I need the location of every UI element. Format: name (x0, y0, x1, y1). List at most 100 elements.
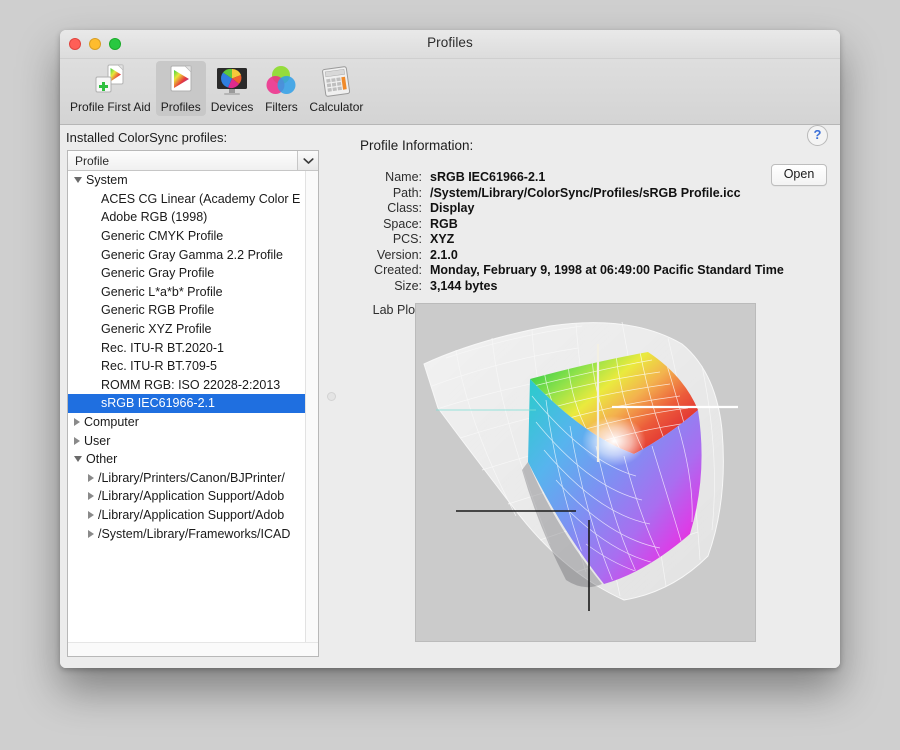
profile-list-item-label: Generic CMYK Profile (101, 229, 224, 244)
profile-list-item-label: /Library/Printers/Canon/BJPrinter/ (98, 470, 285, 485)
split-view-handle-dot[interactable] (327, 392, 336, 401)
profile-list-item-label: User (84, 433, 111, 448)
profile-info-row: Class: Display (360, 201, 830, 217)
profile-info-key: PCS: (392, 232, 422, 246)
profile-information-heading: Profile Information: (360, 138, 474, 153)
profile-list-item-label: /System/Library/Frameworks/ICAD (98, 526, 291, 541)
installed-profiles-heading: Installed ColorSync profiles: (66, 130, 228, 145)
split-view-divider[interactable] (326, 150, 336, 657)
profile-list-item[interactable]: Generic XYZ Profile (68, 320, 318, 339)
profile-list-item[interactable]: Computer (68, 413, 318, 432)
profile-info-key: Name: (385, 170, 422, 184)
toolbar-item-calculator[interactable]: Calculator (304, 61, 368, 116)
profile-list-item[interactable]: Generic Gray Profile (68, 264, 318, 283)
profile-list-item[interactable]: /Library/Application Support/Adob (68, 487, 318, 506)
profile-list-item[interactable]: Generic Gray Gamma 2.2 Profile (68, 245, 318, 264)
profile-info-value: Display (430, 201, 475, 215)
twisty-closed-icon[interactable] (88, 492, 94, 501)
twisty-closed-icon[interactable] (88, 473, 94, 482)
profile-list-item-label: Generic Gray Gamma 2.2 Profile (101, 247, 284, 262)
help-icon[interactable]: ? (807, 125, 828, 146)
profile-info-row: Space: RGB (360, 217, 830, 233)
profile-list-header: Profile (68, 151, 318, 171)
toolbar-item-profile-first-aid[interactable]: Profile First Aid (65, 61, 156, 116)
profile-info-row: Path: /System/Library/ColorSync/Profiles/… (360, 186, 830, 202)
profile-list-item[interactable]: /System/Library/Frameworks/ICAD (68, 524, 318, 543)
profile-list-item-label: System (86, 173, 128, 188)
window-titlebar: Profiles (60, 30, 840, 59)
toolbar-label-calculator: Calculator (309, 100, 364, 114)
profile-list-item[interactable]: Generic L*a*b* Profile (68, 283, 318, 302)
filters-icon (263, 63, 299, 99)
twisty-closed-icon[interactable] (88, 529, 94, 538)
profile-list-item-label: ACES CG Linear (Academy Color E (101, 191, 301, 206)
open-button[interactable]: Open (771, 164, 827, 186)
profile-list-item[interactable]: Rec. ITU-R BT.2020-1 (68, 338, 318, 357)
profile-info-row: Created: Monday, February 9, 1998 at 06:4… (360, 263, 830, 279)
profile-list-item[interactable]: Generic RGB Profile (68, 301, 318, 320)
profile-info-key: Version: (376, 247, 422, 262)
toolbar-label-filters: Filters (265, 100, 298, 114)
lab-plot-label: Lab Plot: (372, 303, 422, 317)
profile-list-item-label: Generic RGB Profile (101, 303, 215, 318)
profile-info-value: Monday, February 9, 1998 at 06:49:00 Pac… (430, 263, 784, 277)
profile-list-item-label: Rec. ITU-R BT.2020-1 (101, 340, 224, 355)
toolbar-item-devices[interactable]: Devices (206, 61, 259, 116)
profile-list-item[interactable]: Adobe RGB (1998) (68, 208, 318, 227)
toolbar-label-devices: Devices (210, 100, 254, 114)
profile-info-value: sRGB IEC61966-2.1 (430, 170, 546, 184)
profile-info-value: RGB (430, 216, 458, 231)
profile-list-vertical-scrollbar[interactable] (305, 171, 318, 656)
profile-column-header[interactable]: Profile (68, 154, 109, 168)
lab-plot-canvas[interactable] (415, 303, 756, 642)
profile-list-item[interactable]: Other (68, 450, 318, 469)
profiles-icon (163, 63, 199, 99)
profile-list[interactable]: Profile System ACES CG Linear (Academy Co… (67, 150, 319, 657)
profile-list-item[interactable]: User (68, 431, 318, 450)
profile-info-key: Path: (392, 185, 422, 200)
profile-list-item-label: Adobe RGB (1998) (101, 210, 208, 225)
profile-list-item-label: Generic L*a*b* Profile (101, 284, 223, 299)
profile-list-item[interactable]: Generic CMYK Profile (68, 227, 318, 246)
toolbar: Profile First Aid Profiles Devices Filte… (60, 59, 840, 125)
profile-list-item-label: Other (86, 452, 118, 467)
profile-list-item-label: Computer (84, 415, 139, 430)
profile-info-key: Created: (374, 263, 422, 277)
profile-info-key: Space: (383, 216, 422, 231)
window-title: Profiles (427, 35, 473, 50)
twisty-closed-icon[interactable] (88, 510, 94, 519)
profile-list-item-selected[interactable]: sRGB IEC61966-2.1 (68, 394, 318, 413)
calculator-icon (318, 63, 354, 99)
profile-list-item[interactable]: System (68, 171, 318, 190)
profile-info-value: 3,144 bytes (430, 278, 498, 293)
profile-list-item[interactable]: ACES CG Linear (Academy Color E (68, 190, 318, 209)
profile-list-item[interactable]: /Library/Printers/Canon/BJPrinter/ (68, 469, 318, 488)
profile-list-item[interactable]: /Library/Application Support/Adob (68, 506, 318, 525)
profile-list-horizontal-scrollbar[interactable] (68, 642, 318, 656)
profile-info-row: Version: 2.1.0 (360, 248, 830, 264)
neutral-white-point (576, 416, 652, 476)
twisty-closed-icon[interactable] (74, 418, 80, 427)
toolbar-item-filters[interactable]: Filters (258, 61, 304, 116)
profile-info-row: PCS: XYZ (360, 232, 830, 248)
profile-info-value: /System/Library/ColorSync/Profiles/sRGB … (430, 185, 741, 200)
lab-gamut-3d-plot (416, 304, 755, 641)
profile-first-aid-icon (92, 63, 128, 99)
toolbar-item-profiles[interactable]: Profiles (155, 61, 206, 116)
profile-list-item-label: Generic XYZ Profile (101, 322, 212, 337)
profile-list-item-label: /Library/Application Support/Adob (98, 507, 285, 522)
content-area: Installed ColorSync profiles: Profile In… (60, 125, 840, 668)
profile-list-item[interactable]: Rec. ITU-R BT.709-5 (68, 357, 318, 376)
profile-list-item-label: ROMM RGB: ISO 22028-2:2013 (101, 377, 281, 392)
colorsync-utility-window: Profiles Profile First Aid Profiles Devi… (60, 30, 840, 668)
profile-list-item-label: sRGB IEC61966-2.1 (101, 396, 215, 411)
profile-info-key: Size: (394, 278, 422, 293)
twisty-open-icon[interactable] (74, 177, 82, 184)
chevron-down-icon[interactable] (297, 151, 318, 170)
devices-icon (214, 63, 250, 99)
twisty-open-icon[interactable] (74, 456, 82, 463)
profile-list-item[interactable]: ROMM RGB: ISO 22028-2:2013 (68, 376, 318, 395)
profile-list-rows: System ACES CG Linear (Academy Color E Ado… (68, 171, 318, 656)
twisty-closed-icon[interactable] (74, 436, 80, 445)
profile-info-row: Name: sRGB IEC61966-2.1 (360, 170, 830, 186)
